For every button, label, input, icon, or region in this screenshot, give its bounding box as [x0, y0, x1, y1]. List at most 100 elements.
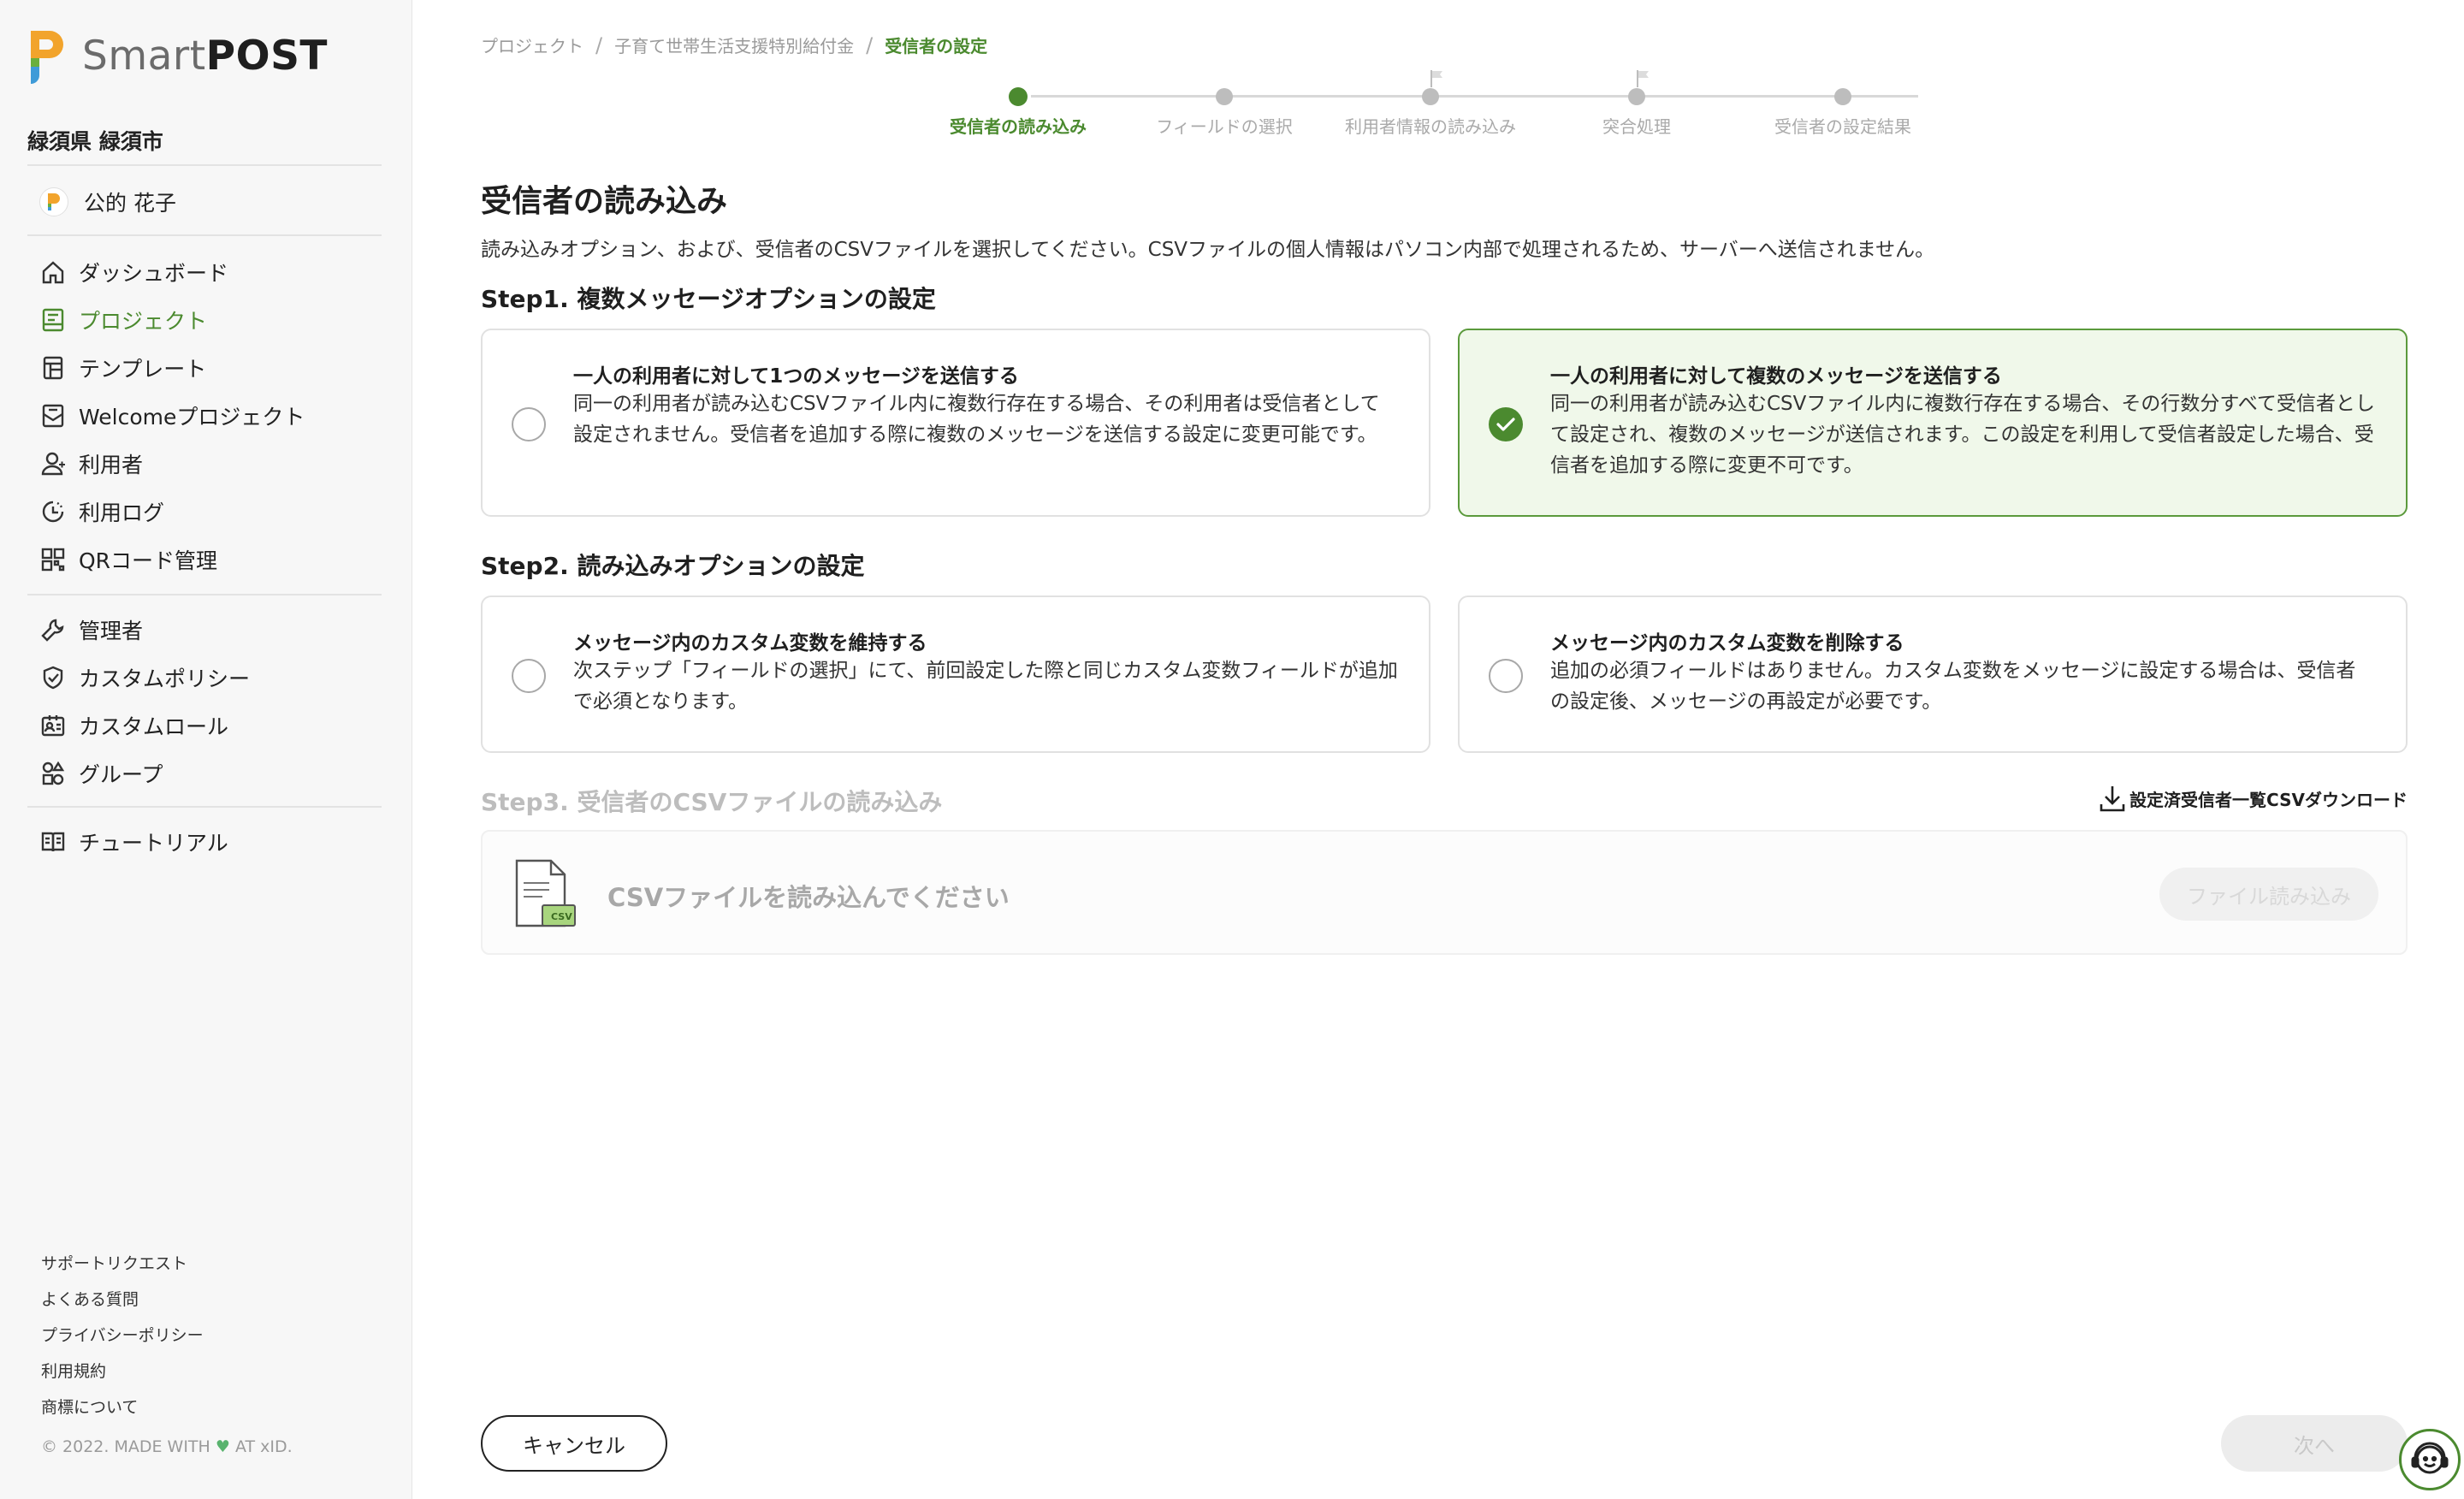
- shield-icon: [38, 662, 68, 693]
- qr-icon: [38, 544, 68, 575]
- home-icon: [38, 257, 68, 287]
- divider: [27, 164, 382, 166]
- step-dot: [1422, 88, 1439, 105]
- progress-stepper: 受信者の読み込み フィールドの選択 利用者情報の読み込み 突合処理 受信者の設定…: [915, 70, 1942, 149]
- radio-button[interactable]: [512, 407, 546, 441]
- option-description: 同一の利用者が読み込むCSVファイル内に複数行存在する場合、その行数分すべて受信…: [1550, 393, 2375, 477]
- group-icon: [38, 758, 68, 789]
- nav-label: 管理者: [79, 619, 144, 643]
- radio-button[interactable]: [512, 659, 546, 693]
- option-description: 次ステップ「フィールドの選択」にて、前回設定した際と同じカスタム変数フィールドが…: [573, 660, 1398, 713]
- divider: [27, 234, 382, 236]
- upload-prompt: CSVファイルを読み込んでください: [607, 883, 1010, 912]
- nav-dashboard[interactable]: ダッシュボード: [38, 255, 228, 289]
- welcome-icon: [38, 400, 68, 431]
- option-title: メッセージ内のカスタム変数を削除する: [1550, 632, 1904, 655]
- option-multiple-messages[interactable]: 一人の利用者に対して複数のメッセージを送信する 同一の利用者が読み込むCSVファ…: [1458, 329, 2408, 517]
- nav-label: ダッシュボード: [79, 261, 229, 286]
- option-title: メッセージ内のカスタム変数を維持する: [573, 632, 927, 655]
- step-dot: [1216, 88, 1233, 105]
- step-label: フィールドの選択: [1156, 116, 1293, 137]
- link-terms[interactable]: 利用規約: [41, 1359, 106, 1382]
- project-icon: [38, 305, 68, 335]
- user-icon: [38, 448, 68, 479]
- nav-welcome-project[interactable]: Welcomeプロジェクト: [38, 399, 305, 433]
- app-logo[interactable]: SmartPOST: [27, 26, 328, 86]
- link-support-request[interactable]: サポートリクエスト: [41, 1251, 187, 1274]
- breadcrumb-project[interactable]: プロジェクト: [481, 33, 583, 57]
- step-label: 突合処理: [1602, 116, 1671, 137]
- page-description: 読み込みオプション、および、受信者のCSVファイルを選択してください。CSVファ…: [481, 239, 1935, 261]
- option-description: 追加の必須フィールドはありません。カスタム変数をメッセージに設定する場合は、受信…: [1550, 660, 2356, 713]
- organization-name: 緑須県 緑須市: [27, 129, 163, 154]
- radio-button-checked[interactable]: [1489, 407, 1523, 441]
- breadcrumb-separator: /: [595, 33, 603, 57]
- divider: [27, 594, 382, 595]
- link-faq[interactable]: よくある質問: [41, 1287, 139, 1310]
- nav-label: 利用者: [79, 453, 144, 477]
- nav-template[interactable]: テンプレート: [38, 351, 206, 385]
- option-title: 一人の利用者に対して1つのメッセージを送信する: [573, 365, 1019, 388]
- csv-upload-area[interactable]: CSV CSVファイルを読み込んでください ファイル読み込み: [481, 830, 2408, 955]
- step-label: 利用者情報の読み込み: [1345, 116, 1516, 137]
- download-label: 設定済受信者一覧CSVダウンロード: [2129, 789, 2408, 810]
- option-title: 一人の利用者に対して複数のメッセージを送信する: [1550, 365, 2002, 388]
- nav-label: 利用ログ: [79, 501, 165, 525]
- nav-group[interactable]: グループ: [38, 756, 163, 791]
- flag-icon: [1636, 68, 1651, 89]
- user-name: 公的 花子: [84, 191, 176, 216]
- nav-tutorial[interactable]: チュートリアル: [38, 825, 228, 859]
- nav-label: チュートリアル: [79, 831, 228, 856]
- nav-users[interactable]: 利用者: [38, 447, 143, 481]
- csv-badge: CSV: [551, 911, 572, 922]
- cancel-button[interactable]: キャンセル: [481, 1415, 667, 1472]
- nav-label: QRコード管理: [79, 548, 218, 573]
- next-button[interactable]: 次へ: [2221, 1415, 2408, 1472]
- nav-admin[interactable]: 管理者: [38, 613, 143, 647]
- sidebar: SmartPOST 緑須県 緑須市 公的 花子 ダッシュボード プロジェクト テ…: [0, 0, 412, 1499]
- current-user[interactable]: 公的 花子: [39, 187, 176, 217]
- checkmark-icon: [1496, 418, 1515, 431]
- nav-custom-role[interactable]: カスタムロール: [38, 708, 228, 743]
- step2-title: Step2. 読み込みオプションの設定: [481, 552, 865, 580]
- option-description: 同一の利用者が読み込むCSVファイル内に複数行存在する場合、その利用者は受信者と…: [573, 393, 1380, 446]
- step1-title: Step1. 複数メッセージオプションの設定: [481, 285, 936, 313]
- link-trademark[interactable]: 商標について: [41, 1395, 138, 1418]
- option-single-message[interactable]: 一人の利用者に対して1つのメッセージを送信する 同一の利用者が読み込むCSVファ…: [481, 329, 1430, 517]
- nav-label: テンプレート: [79, 357, 207, 382]
- step-dot: [1009, 87, 1028, 106]
- nav-label: カスタムポリシー: [79, 667, 251, 691]
- copyright: © 2022. MADE WITH ♥ AT xID.: [41, 1437, 293, 1456]
- stepper-line: [1031, 95, 1918, 98]
- link-privacy-policy[interactable]: プライバシーポリシー: [41, 1323, 204, 1346]
- step-dot: [1834, 88, 1851, 105]
- step3-title: Step3. 受信者のCSVファイルの読み込み: [481, 788, 943, 816]
- option-keep-custom-variables[interactable]: メッセージ内のカスタム変数を維持する 次ステップ「フィールドの選択」にて、前回設…: [481, 595, 1430, 753]
- nav-project[interactable]: プロジェクト: [38, 303, 207, 337]
- file-upload-button[interactable]: ファイル読み込み: [2159, 868, 2378, 921]
- template-icon: [38, 353, 68, 383]
- book-icon: [38, 827, 68, 857]
- nav-label: カスタムロール: [79, 714, 229, 739]
- radio-button[interactable]: [1489, 659, 1523, 693]
- nav-label: Welcomeプロジェクト: [79, 405, 305, 430]
- page-title: 受信者の読み込み: [481, 184, 728, 219]
- nav-qr-code[interactable]: QRコード管理: [38, 542, 217, 577]
- step-label: 受信者の読み込み: [950, 116, 1087, 137]
- step-label: 受信者の設定結果: [1774, 116, 1911, 137]
- id-card-icon: [38, 710, 68, 741]
- breadcrumb-benefit[interactable]: 子育て世帯生活支援特別給付金: [614, 33, 854, 57]
- chat-support-icon: [2411, 1442, 2449, 1474]
- breadcrumb: プロジェクト / 子育て世帯生活支援特別給付金 / 受信者の設定: [481, 33, 987, 57]
- nav-custom-policy[interactable]: カスタムポリシー: [38, 661, 250, 695]
- nav-label: グループ: [79, 762, 163, 787]
- chat-support-button[interactable]: [2399, 1429, 2461, 1490]
- nav-usage-log[interactable]: 利用ログ: [38, 495, 164, 529]
- nav-label: プロジェクト: [79, 309, 208, 334]
- breadcrumb-separator: /: [866, 33, 874, 57]
- flag-icon: [1430, 68, 1445, 89]
- breadcrumb-current: 受信者の設定: [885, 36, 988, 56]
- app-name: SmartPOST: [82, 32, 328, 80]
- option-delete-custom-variables[interactable]: メッセージ内のカスタム変数を削除する 追加の必須フィールドはありません。カスタム…: [1458, 595, 2408, 753]
- download-csv-link[interactable]: 設定済受信者一覧CSVダウンロード: [2099, 784, 2408, 813]
